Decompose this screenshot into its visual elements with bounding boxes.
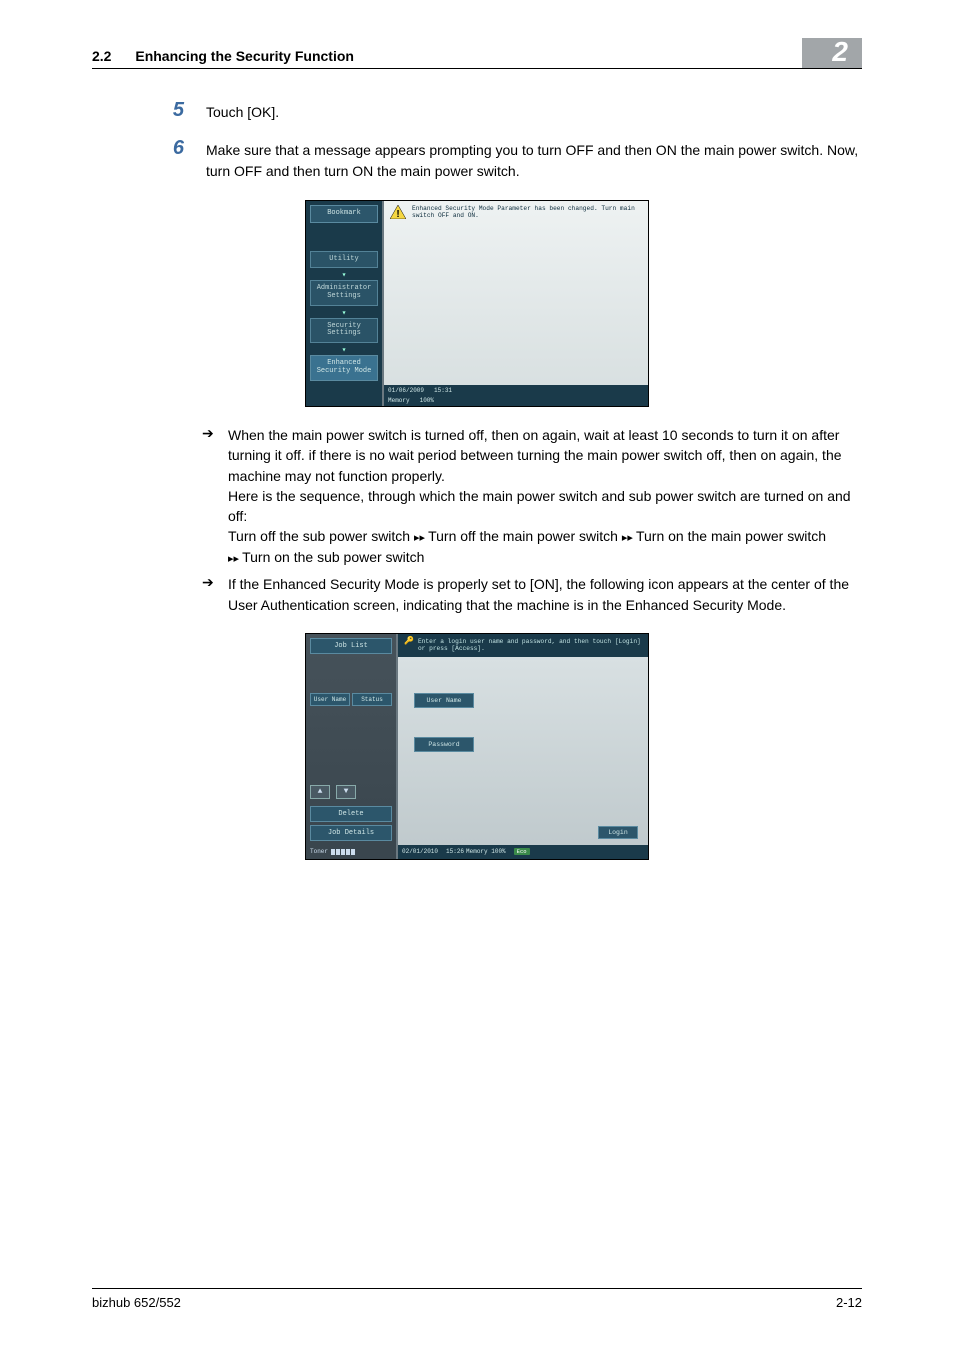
seq-d: Turn on the sub power switch	[242, 549, 424, 565]
svg-text:!: !	[396, 209, 399, 219]
col-status[interactable]: Status	[352, 693, 392, 706]
status-memory-value: 100%	[491, 848, 505, 855]
footer-page: 2-12	[836, 1295, 862, 1310]
note-security-icon: ➔ If the Enhanced Security Mode is prope…	[202, 574, 862, 615]
job-panel: Job List User Name Status ▲ ▼ Delete Job…	[306, 634, 398, 845]
double-arrow-icon: ▸▸	[622, 532, 636, 544]
section-number: 2.2	[92, 48, 111, 64]
chevron-down-icon: ▾	[310, 272, 378, 280]
note-text: If the Enhanced Security Mode is properl…	[228, 574, 862, 615]
key-icon: 🔑	[404, 638, 414, 646]
status-date: 02/01/2010	[402, 848, 438, 855]
screenshot-2-wrap: Job List User Name Status ▲ ▼ Delete Job…	[92, 633, 862, 860]
warning-icon: !	[390, 205, 406, 219]
login-button[interactable]: Login	[598, 826, 638, 839]
seq-b: Turn off the main power switch	[428, 528, 618, 544]
arrow-icon: ➔	[202, 425, 228, 568]
toner-label: Toner	[310, 848, 328, 855]
status-date: 01/06/2009	[388, 387, 424, 394]
step-number: 6	[160, 137, 206, 182]
delete-button[interactable]: Delete	[310, 806, 392, 822]
crumb-utility[interactable]: Utility	[310, 251, 378, 269]
step-5: 5 Touch [OK].	[92, 99, 862, 123]
login-body: User Name Password Login	[398, 657, 648, 845]
bookmark-button[interactable]: Bookmark	[310, 205, 378, 223]
login-panel: 🔑 Enter a login user name and password, …	[398, 634, 648, 845]
page-content: 5 Touch [OK]. 6 Make sure that a message…	[0, 69, 954, 860]
step-number: 5	[160, 99, 206, 123]
screenshot-login: Job List User Name Status ▲ ▼ Delete Job…	[305, 633, 649, 860]
user-name-field[interactable]: User Name	[414, 693, 474, 708]
screenshot-security-message: Bookmark Utility ▾ Administrator Setting…	[305, 200, 649, 407]
scroll-down-button[interactable]: ▼	[336, 785, 356, 799]
screenshot-1-wrap: Bookmark Utility ▾ Administrator Setting…	[92, 200, 862, 407]
page-header: 2.2 Enhancing the Security Function 2	[0, 0, 954, 68]
double-arrow-icon: ▸▸	[228, 553, 242, 565]
crumb-enhanced-security[interactable]: Enhanced Security Mode	[310, 355, 378, 380]
chevron-down-icon: ▾	[310, 347, 378, 355]
password-field[interactable]: Password	[414, 737, 474, 752]
double-arrow-icon: ▸▸	[414, 532, 428, 544]
seq-c: Turn on the main power switch	[636, 528, 826, 544]
note-body: When the main power switch is turned off…	[228, 425, 862, 568]
login-prompt: 🔑 Enter a login user name and password, …	[398, 634, 648, 657]
status-memory-label: Memory	[388, 397, 410, 404]
status-memory-value: 100%	[420, 397, 434, 404]
message-text: Enhanced Security Mode Parameter has bee…	[412, 205, 642, 220]
footer-product: bizhub 652/552	[92, 1295, 181, 1310]
job-columns: User Name Status	[310, 693, 392, 706]
status-bar-2: Memory 100%	[384, 395, 648, 406]
note-power-cycle: ➔ When the main power switch is turned o…	[202, 425, 862, 568]
col-user[interactable]: User Name	[310, 693, 350, 706]
status-info: 02/01/2010 15:26 Memory 100% Eco	[398, 845, 648, 859]
seq-a: Turn off the sub power switch	[228, 528, 410, 544]
chapter-badge: 2	[802, 38, 862, 68]
status-time: 15:26	[446, 848, 464, 855]
job-list-tab[interactable]: Job List	[310, 638, 392, 654]
scroll-up-button[interactable]: ▲	[310, 785, 330, 799]
section-heading: 2.2 Enhancing the Security Function	[92, 48, 354, 68]
crumb-admin-settings[interactable]: Administrator Settings	[310, 280, 378, 305]
prompt-text: Enter a login user name and password, an…	[418, 638, 642, 653]
message-panel: ! Enhanced Security Mode Parameter has b…	[384, 201, 648, 406]
empty-body	[384, 224, 648, 385]
eco-badge: Eco	[514, 848, 530, 855]
toner-bars-icon	[331, 849, 355, 855]
step-6: 6 Make sure that a message appears promp…	[92, 137, 862, 182]
section-title: Enhancing the Security Function	[135, 48, 354, 64]
status-time: 15:31	[434, 387, 452, 394]
step-text: Touch [OK].	[206, 99, 279, 123]
crumb-security-settings[interactable]: Security Settings	[310, 318, 378, 343]
breadcrumb-panel: Bookmark Utility ▾ Administrator Setting…	[306, 201, 384, 406]
toner-status: Toner	[306, 845, 398, 859]
note-text-1: When the main power switch is turned off…	[228, 427, 842, 484]
status-memory-label: Memory	[466, 848, 488, 855]
step-text: Make sure that a message appears prompti…	[206, 137, 862, 182]
chevron-down-icon: ▾	[310, 310, 378, 318]
note-text-2: Here is the sequence, through which the …	[228, 488, 851, 524]
scroll-arrows: ▲ ▼	[310, 785, 392, 799]
status-bar: Toner 02/01/2010 15:26 Memory 100% Eco	[306, 845, 648, 859]
message-bar: ! Enhanced Security Mode Parameter has b…	[384, 201, 648, 224]
page-footer: bizhub 652/552 2-12	[92, 1288, 862, 1310]
job-details-button[interactable]: Job Details	[310, 825, 392, 841]
arrow-icon: ➔	[202, 574, 228, 615]
